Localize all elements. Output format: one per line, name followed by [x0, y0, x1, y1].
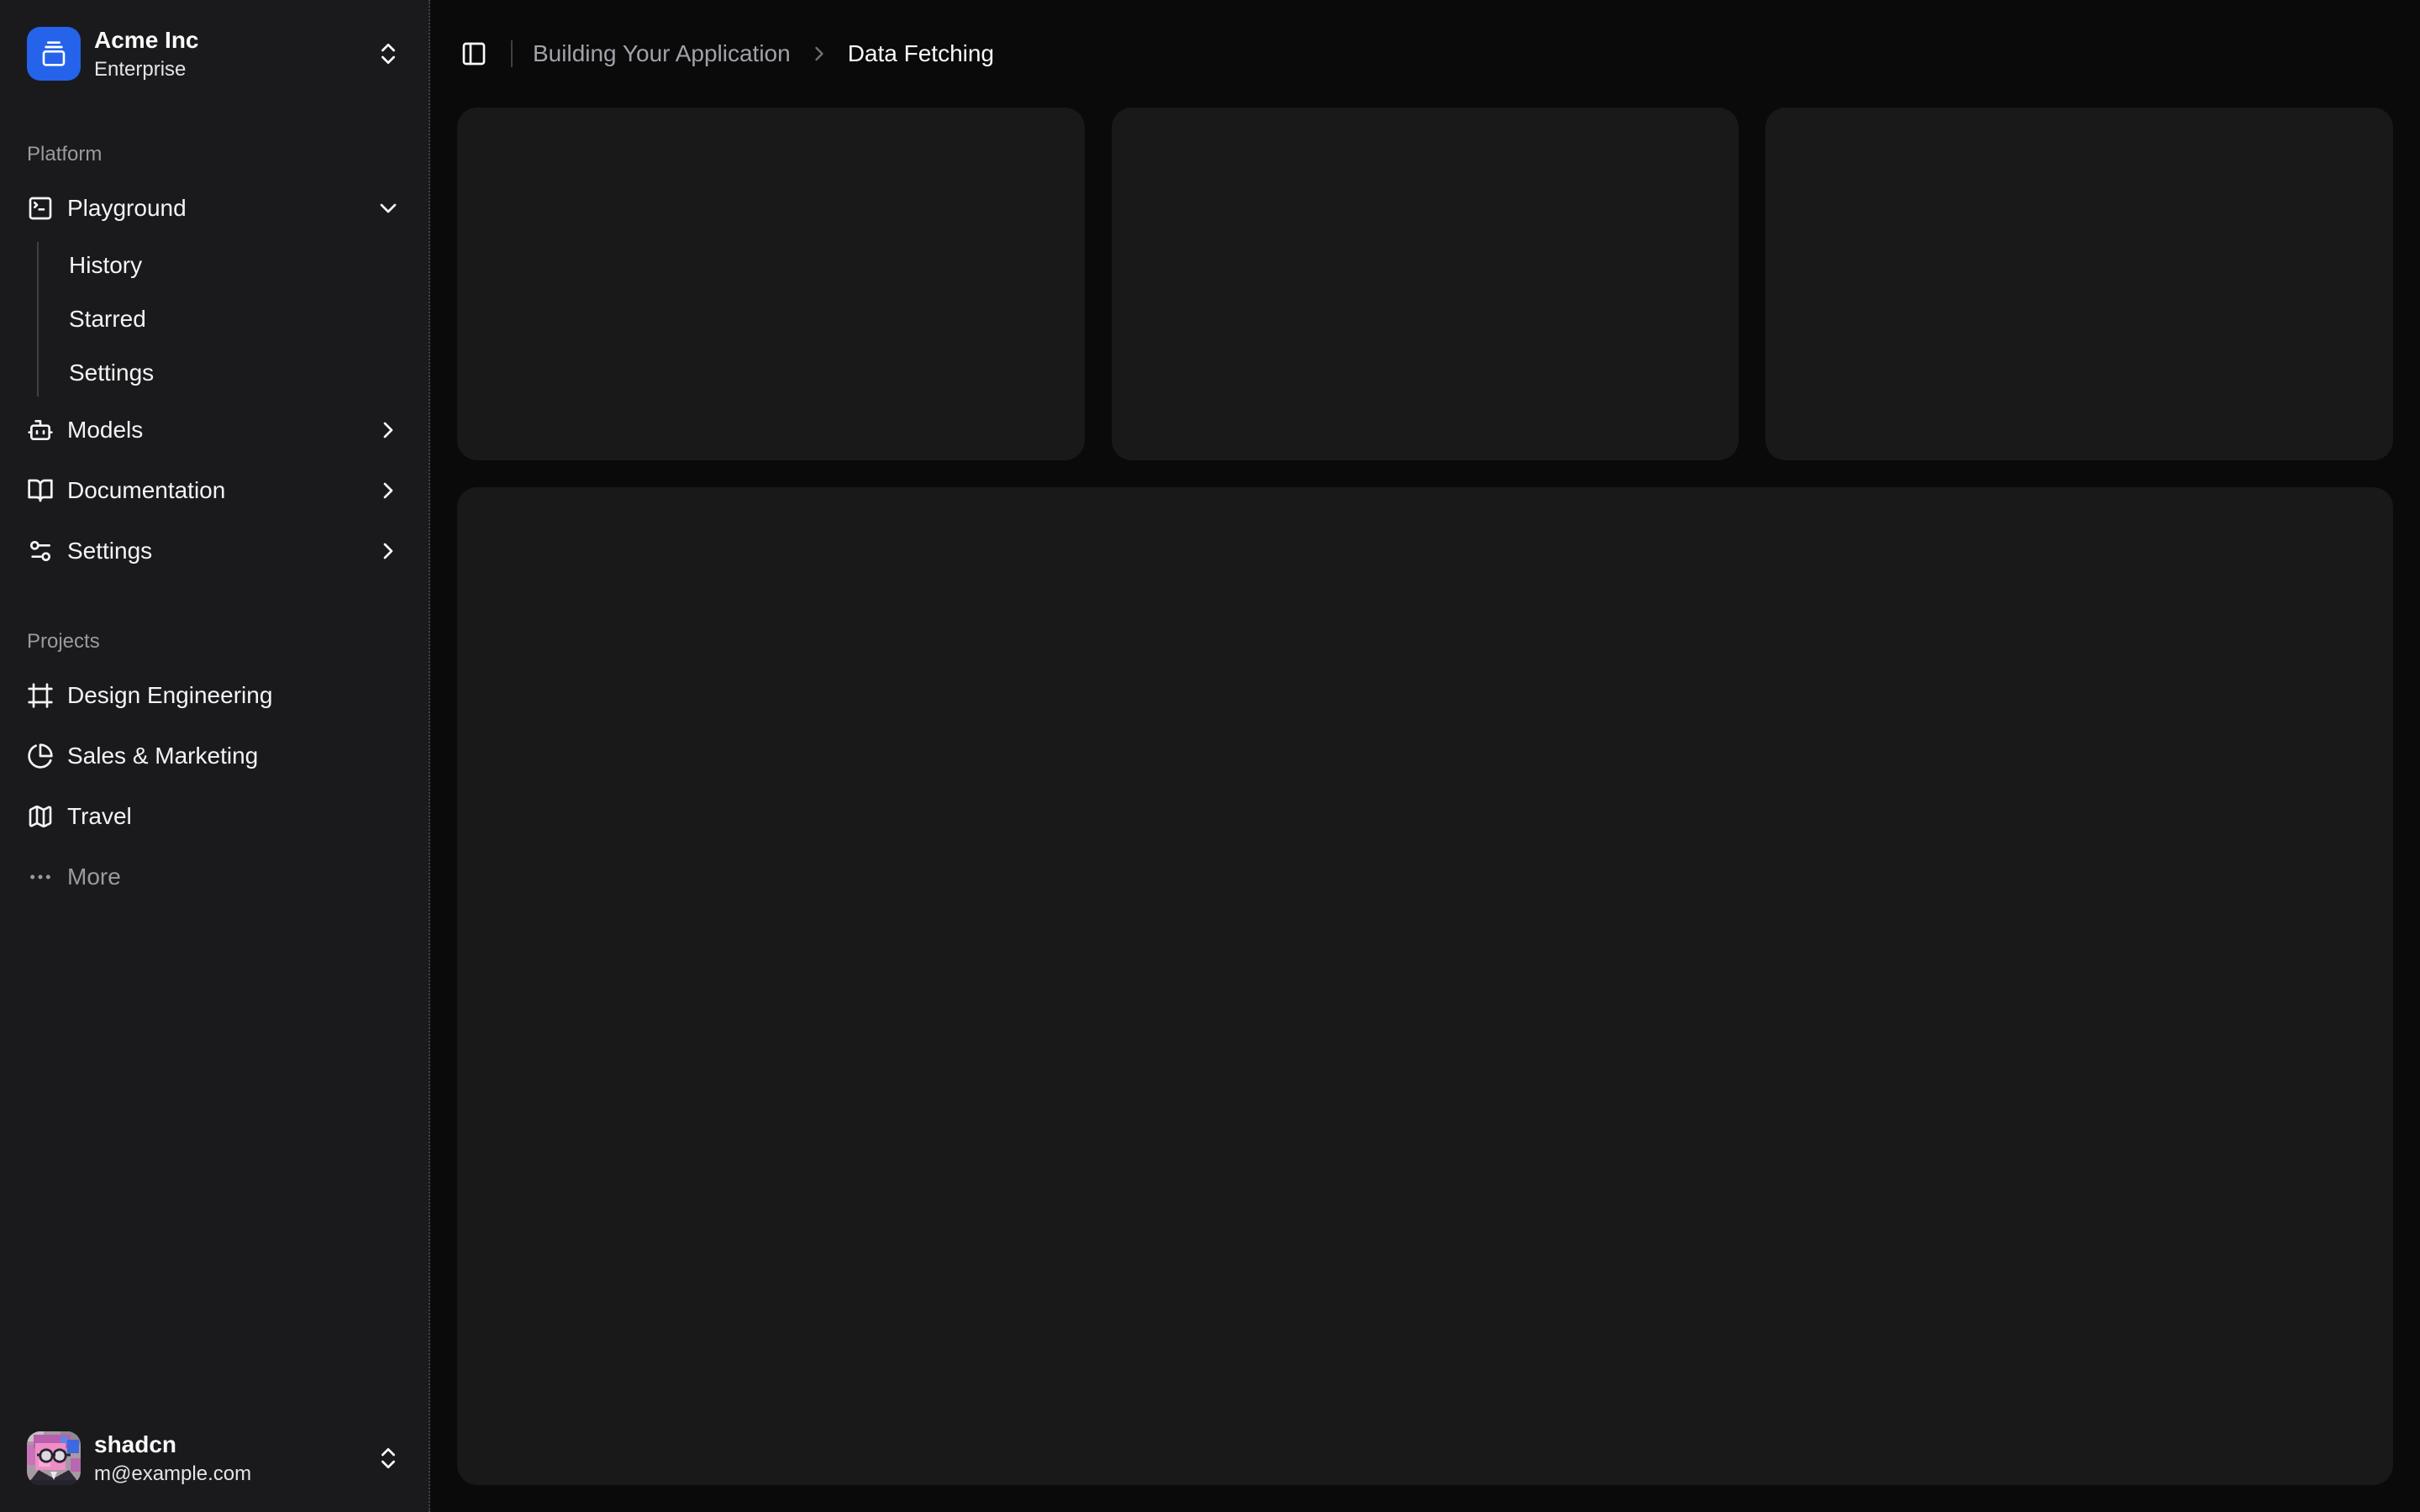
sidebar-subitem-starred[interactable]: Starred	[55, 296, 415, 343]
map-icon	[27, 803, 54, 830]
sidebar-subitem-label: Settings	[69, 360, 154, 386]
sidebar-subitem-label: Starred	[69, 306, 146, 333]
nav-group-projects: Projects Design Engineering	[0, 601, 429, 917]
sidebar-item-label: Travel	[67, 803, 402, 830]
square-terminal-icon	[27, 195, 54, 222]
sidebar-item-sales-marketing[interactable]: Sales & Marketing	[13, 729, 415, 783]
sidebar-item-models[interactable]: Models	[13, 403, 415, 457]
breadcrumb-current-page: Data Fetching	[848, 40, 994, 67]
menu-item-wrap: Sales & Marketing	[13, 729, 415, 783]
frame-icon	[27, 682, 54, 709]
sidebar-item-label: More	[67, 864, 402, 890]
menu-item-wrap: Travel	[13, 790, 415, 843]
chevron-right-icon	[375, 538, 402, 564]
user-email: m@example.com	[94, 1461, 361, 1487]
sidebar-item-label: Settings	[67, 538, 361, 564]
sidebar-header: Acme Inc Enterprise	[0, 0, 429, 108]
user-name: shadcn	[94, 1430, 361, 1460]
settings-2-icon	[27, 538, 54, 564]
sidebar-footer: shadcn m@example.com	[0, 1404, 429, 1512]
group-label-projects: Projects	[13, 615, 415, 669]
breadcrumb-parent-link[interactable]: Building Your Application	[533, 40, 791, 67]
app-root: Acme Inc Enterprise Platform	[0, 0, 2420, 1512]
sidebar-item-label: Documentation	[67, 477, 361, 504]
chevron-right-icon	[375, 477, 402, 504]
placeholder-card-3	[1765, 108, 2393, 460]
sidebar-item-design-engineering[interactable]: Design Engineering	[13, 669, 415, 722]
pie-chart-icon	[27, 743, 54, 769]
sidebar-item-label: Playground	[67, 195, 361, 222]
chevrons-up-down-icon	[375, 40, 402, 67]
ellipsis-icon	[27, 864, 54, 890]
group-label-platform: Platform	[13, 128, 415, 181]
placeholder-card-1	[457, 108, 1085, 460]
chevron-down-icon	[375, 195, 402, 222]
placeholder-panel	[457, 487, 2393, 1485]
sidebar-spacer	[0, 917, 429, 1404]
bot-icon	[27, 417, 54, 444]
chevrons-up-down-icon	[375, 1445, 402, 1472]
placeholder-cards-row	[457, 108, 2393, 460]
menu-item-wrap: Documentation	[13, 464, 415, 517]
nav-group-platform: Platform Playground	[0, 114, 429, 591]
menu-item-wrap: Settings	[13, 524, 415, 578]
book-open-icon	[27, 477, 54, 504]
sidebar-item-travel[interactable]: Travel	[13, 790, 415, 843]
main-header: Building Your Application Data Fetching	[430, 0, 2420, 108]
sidebar: Acme Inc Enterprise Platform	[0, 0, 430, 1512]
sidebar-item-more[interactable]: More	[13, 850, 415, 904]
sidebar-subitem-label: History	[69, 252, 142, 279]
avatar	[27, 1431, 81, 1485]
sidebar-item-label: Models	[67, 417, 361, 444]
sidebar-content: Platform Playground	[0, 108, 429, 1404]
placeholder-card-2	[1112, 108, 1739, 460]
panel-left-icon	[460, 40, 487, 67]
sidebar-subitem-settings[interactable]: Settings	[55, 349, 415, 396]
chevron-right-icon	[375, 417, 402, 444]
team-plan: Enterprise	[94, 56, 361, 82]
main-area: Building Your Application Data Fetching	[430, 0, 2420, 1512]
platform-menu: Playground History Starred	[13, 181, 415, 578]
sidebar-item-settings[interactable]: Settings	[13, 524, 415, 578]
sidebar-subitem-history[interactable]: History	[55, 242, 415, 289]
projects-menu: Design Engineering Sales & Marketing	[13, 669, 415, 904]
team-switcher-button[interactable]: Acme Inc Enterprise	[13, 13, 415, 94]
sidebar-item-label: Sales & Marketing	[67, 743, 402, 769]
sidebar-item-playground[interactable]: Playground	[13, 181, 415, 235]
chevron-right-icon	[808, 42, 831, 66]
menu-item-wrap: More	[13, 850, 415, 904]
user-menu-button[interactable]: shadcn m@example.com	[13, 1418, 415, 1499]
user-info: shadcn m@example.com	[94, 1430, 361, 1487]
header-separator	[511, 40, 513, 67]
team-name: Acme Inc	[94, 25, 361, 55]
sidebar-toggle-button[interactable]	[450, 30, 497, 77]
sidebar-item-label: Design Engineering	[67, 682, 402, 709]
team-info: Acme Inc Enterprise	[94, 25, 361, 82]
gallery-vertical-end-icon	[27, 27, 81, 81]
menu-item-wrap: Design Engineering	[13, 669, 415, 722]
playground-submenu: History Starred Settings	[37, 242, 415, 396]
breadcrumb: Building Your Application Data Fetching	[533, 40, 994, 67]
sidebar-item-documentation[interactable]: Documentation	[13, 464, 415, 517]
page-content	[430, 108, 2420, 1512]
menu-item-wrap: Playground History Starred	[13, 181, 415, 396]
menu-item-wrap: Models	[13, 403, 415, 457]
